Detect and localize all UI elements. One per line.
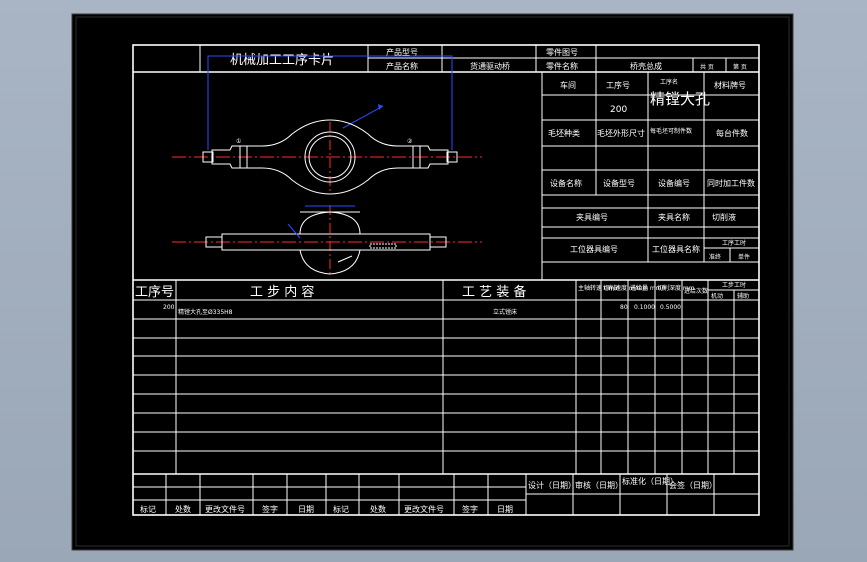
footer-review: 审核（日期） bbox=[575, 480, 623, 490]
footer-count-1: 处数 bbox=[175, 504, 191, 514]
op-name-label: 工序名 bbox=[660, 78, 678, 86]
col-header-time-aux: 辅助 bbox=[737, 292, 749, 300]
op-name-value: 精镗大孔 bbox=[650, 90, 710, 108]
sheet-no: 第 页 bbox=[733, 63, 747, 71]
blank-type-label: 毛坯种类 bbox=[548, 128, 580, 138]
material-label: 材料牌号 bbox=[714, 80, 746, 90]
card-title: 机械加工工序卡片 bbox=[230, 53, 334, 68]
op-no-value: 200 bbox=[610, 105, 627, 115]
row-equip: 立式镗床 bbox=[493, 308, 517, 316]
part-no-label: 零件图号 bbox=[546, 47, 578, 57]
workshop-label: 车间 bbox=[560, 80, 576, 90]
product-name-label: 产品名称 bbox=[386, 61, 418, 71]
footer-change-doc-1: 更改文件号 bbox=[205, 504, 245, 514]
footer-design: 设计（日期） bbox=[528, 480, 576, 490]
station-tool-name-label: 工位器具名称 bbox=[652, 244, 700, 254]
op-hours-label: 工序工时 bbox=[722, 239, 746, 247]
footer-date-2: 日期 bbox=[497, 505, 513, 514]
op-no-label: 工序号 bbox=[606, 80, 630, 90]
footer-change-doc-2: 更改文件号 bbox=[404, 504, 444, 514]
standard-time-label: 准终 bbox=[709, 253, 721, 261]
coolant-label: 切削液 bbox=[712, 212, 736, 222]
col-header-time: 工步工时 bbox=[722, 281, 746, 289]
equip-model-label: 设备型号 bbox=[603, 178, 635, 188]
per-blank-label: 每毛坯可制件数 bbox=[650, 127, 692, 135]
fixture-no-label: 夹具编号 bbox=[576, 212, 608, 222]
fixture-name-label: 夹具名称 bbox=[658, 212, 690, 222]
station-tool-no-label: 工位器具编号 bbox=[570, 244, 618, 254]
product-name-value: 货通驱动桥 bbox=[470, 61, 510, 71]
footer-signature-1: 签字 bbox=[262, 504, 278, 514]
footer-date-1: 日期 bbox=[298, 505, 314, 514]
blank-size-label: 毛坯外形尺寸 bbox=[597, 128, 645, 138]
row-feed: 0.1000 bbox=[634, 304, 655, 311]
col-header-content: 工 步 内 容 bbox=[250, 284, 314, 300]
per-unit-label: 每台件数 bbox=[716, 128, 748, 138]
part-name-value: 桥壳总成 bbox=[630, 61, 662, 71]
footer-count-2: 处数 bbox=[370, 504, 386, 514]
footer-signature-2: 签字 bbox=[462, 504, 478, 514]
col-header-equip: 工 艺 装 备 bbox=[462, 284, 526, 300]
col-header-op-no: 工序号 bbox=[135, 285, 174, 300]
equip-name-label: 设备名称 bbox=[550, 178, 582, 188]
simul-parts-label: 同时加工件数 bbox=[707, 178, 755, 188]
mark-2: ② bbox=[407, 138, 413, 145]
footer-mark-1: 标记 bbox=[140, 504, 156, 514]
mark-1: ① bbox=[236, 138, 241, 145]
col-header-time-maneuver: 机动 bbox=[711, 292, 723, 300]
row-cut-speed: 80 bbox=[620, 304, 628, 311]
part-name-label: 零件名称 bbox=[546, 61, 578, 71]
row-content: 精镗大孔至Ø335H8 bbox=[178, 308, 233, 316]
equip-no-label: 设备编号 bbox=[658, 178, 690, 188]
footer-sign: 会签（日期） bbox=[669, 480, 717, 490]
col-header-passes: 进给次数 bbox=[684, 287, 708, 295]
sheet-total: 共 页 bbox=[700, 63, 714, 71]
drawing-canvas: 机械加工工序卡片 产品型号 产品名称 货通驱动桥 零件图号 零件名称 桥壳总成 … bbox=[71, 13, 794, 551]
footer-mark-2: 标记 bbox=[333, 504, 349, 514]
unit-time-label: 单件 bbox=[738, 253, 750, 261]
row-depth: 0.5000 bbox=[660, 304, 681, 311]
row-op-no: 200 bbox=[163, 304, 175, 311]
